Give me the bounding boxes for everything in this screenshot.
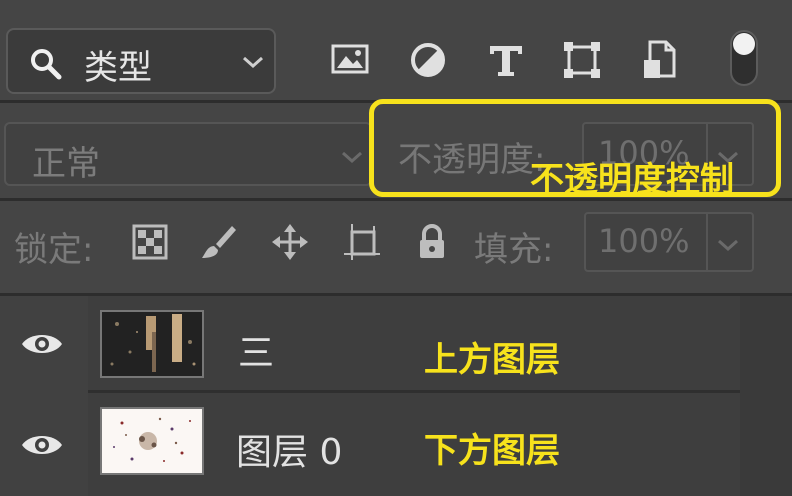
filter-type-label: 类型: [84, 48, 152, 88]
lock-label: 锁定:: [14, 230, 94, 270]
layer-thumbnail: [100, 310, 204, 378]
opacity-annotation: 不透明度控制: [530, 160, 734, 200]
smart-object-filter-icon[interactable]: [638, 38, 682, 82]
lock-position-icon[interactable]: [270, 222, 310, 262]
lock-transparent-pixels-icon[interactable]: [130, 222, 170, 262]
eye-icon[interactable]: [20, 330, 64, 358]
blend-mode-value: 正常: [32, 144, 100, 184]
lock-all-icon[interactable]: [412, 222, 452, 262]
toggle-knob: [733, 33, 755, 55]
layer-name: 三: [238, 333, 275, 374]
fill-value: 100%: [598, 222, 690, 260]
fill-input[interactable]: 100%: [584, 212, 754, 272]
chevron-down-icon: [240, 52, 266, 72]
fill-label: 填充:: [474, 230, 554, 270]
adjustment-filter-icon[interactable]: [406, 38, 450, 82]
eye-icon[interactable]: [20, 431, 64, 459]
blend-mode-dropdown[interactable]: 正常: [4, 122, 372, 186]
scrollbar-track[interactable]: [740, 296, 792, 496]
field-separator: [706, 214, 708, 270]
lock-artboard-icon[interactable]: [342, 222, 382, 262]
chevron-down-icon: [340, 148, 364, 166]
layer-name: 图层 0: [236, 432, 343, 473]
layer-filter-dropdown[interactable]: 类型: [6, 28, 276, 94]
lock-image-pixels-icon[interactable]: [198, 222, 238, 262]
layer-row[interactable]: 三 上方图层: [0, 296, 740, 392]
layer-annotation: 下方图层: [424, 431, 560, 471]
divider: [0, 198, 792, 201]
shape-filter-icon[interactable]: [560, 38, 604, 82]
type-filter-icon[interactable]: [484, 38, 528, 82]
search-icon: [28, 46, 64, 82]
layer-thumbnail: [100, 407, 204, 475]
image-filter-icon[interactable]: [328, 38, 372, 82]
layer-annotation: 上方图层: [424, 340, 560, 380]
chevron-down-icon[interactable]: [716, 236, 740, 254]
filter-toggle-switch[interactable]: [730, 30, 758, 86]
layer-row[interactable]: 图层 0 下方图层: [0, 393, 740, 496]
